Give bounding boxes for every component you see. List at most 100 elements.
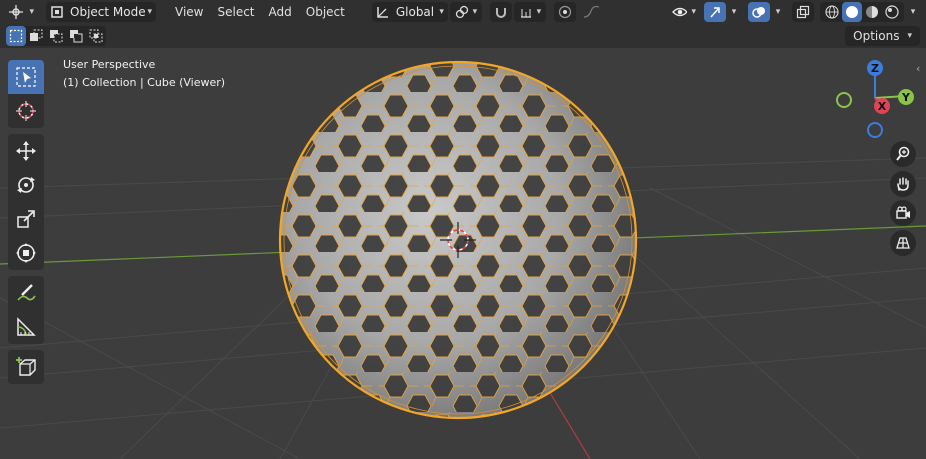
select-intersect-icon <box>89 29 103 43</box>
falloff-curve-icon <box>583 5 600 18</box>
gizmo-neg-z-axis[interactable] <box>867 122 883 138</box>
collection-label: (1) Collection | Cube (Viewer) <box>63 76 226 89</box>
shading-solid-button[interactable] <box>842 2 862 22</box>
measure-ruler-icon <box>17 317 36 336</box>
snap-toggle[interactable] <box>489 2 512 22</box>
chevron-down-icon: ▾ <box>731 7 737 17</box>
selected-sphere-mesh[interactable] <box>270 58 650 428</box>
shading-rendered-button[interactable] <box>882 2 902 22</box>
mode-dropdown[interactable]: Object Mode ▾ <box>46 2 156 22</box>
select-new-icon <box>9 29 23 43</box>
menu-view[interactable]: View <box>168 2 210 22</box>
tool-rotate[interactable] <box>8 168 44 202</box>
chevron-down-icon: ▾ <box>691 7 696 17</box>
tool-transform[interactable] <box>8 236 44 270</box>
snap-target-dropdown[interactable]: ▾ <box>513 2 546 22</box>
camera-icon <box>896 206 910 219</box>
tool-scale[interactable] <box>8 202 44 236</box>
magnet-icon <box>495 8 506 18</box>
shading-modes <box>820 2 904 22</box>
overlays-dropdown[interactable]: ▾ <box>770 2 786 22</box>
options-label: Options <box>853 29 900 43</box>
material-sphere-icon <box>866 6 878 18</box>
gizmo-dropdown[interactable]: ▾ <box>726 2 742 22</box>
xray-toggle[interactable] <box>792 2 814 22</box>
select-subtract-button[interactable] <box>46 26 66 46</box>
menu-object[interactable]: Object <box>299 2 352 22</box>
tool-measure[interactable] <box>8 310 44 344</box>
shading-material-button[interactable] <box>862 2 882 22</box>
pan-button[interactable] <box>890 171 916 197</box>
gizmo-toggle[interactable] <box>704 2 726 22</box>
3d-viewport[interactable]: User Perspective (1) Collection | Cube (… <box>0 48 926 459</box>
gizmo-neg-y-axis[interactable] <box>836 92 852 108</box>
gizmo-z-label: Z <box>871 62 879 75</box>
cursor-icon <box>16 101 36 121</box>
zoom-button[interactable] <box>890 141 916 167</box>
transform-orientation-icon <box>377 7 388 18</box>
select-invert-button[interactable] <box>66 26 86 46</box>
proportional-edit-icon <box>558 5 571 19</box>
xray-icon <box>796 5 810 19</box>
tool-settings-bar: Options ▾ <box>0 24 926 48</box>
pivot-icon <box>455 5 468 19</box>
eye-icon <box>672 7 688 17</box>
tool-select-box[interactable] <box>8 60 44 94</box>
sidebar-toggle[interactable]: ‹ <box>916 62 920 75</box>
menu-add[interactable]: Add <box>262 2 299 22</box>
overlays-toggle[interactable] <box>748 2 770 22</box>
tool-cursor[interactable] <box>8 94 44 128</box>
tool-add-cube[interactable] <box>8 350 44 384</box>
select-extend-icon <box>30 29 43 41</box>
camera-view-button[interactable] <box>890 200 916 226</box>
orientation-label: Global <box>395 5 435 19</box>
transform-icon <box>16 243 36 263</box>
chevron-down-icon: ▾ <box>775 7 781 17</box>
gizmo-x-label: X <box>878 100 887 113</box>
proportional-edit-toggle[interactable] <box>553 2 576 22</box>
snap-increment-icon <box>520 9 531 18</box>
select-new-button[interactable] <box>6 26 26 46</box>
hand-icon <box>897 177 909 191</box>
chevron-down-icon: ▾ <box>910 7 916 17</box>
falloff-dropdown[interactable] <box>578 2 608 22</box>
chevron-down-icon: ▾ <box>472 7 478 17</box>
select-intersect-button[interactable] <box>86 26 106 46</box>
menu-select[interactable]: Select <box>210 2 261 22</box>
editor-type-button[interactable]: ▾ <box>4 2 38 22</box>
object-mode-icon <box>51 6 63 18</box>
move-icon <box>16 141 36 161</box>
selection-mode-group <box>6 26 106 46</box>
chevron-down-icon: ▾ <box>907 31 912 41</box>
shading-wireframe-button[interactable] <box>822 2 842 22</box>
navigation-gizmo[interactable]: Z Y X <box>830 56 920 146</box>
select-invert-icon <box>70 30 83 43</box>
grid-perspective-icon <box>896 237 910 249</box>
viewport-header: ▾ Object Mode ▾ View Select Add Object G… <box>0 0 926 24</box>
orientation-dropdown[interactable]: Global ▾ <box>371 2 448 22</box>
viewport-scene <box>0 58 926 459</box>
editor-type-icon <box>9 5 23 19</box>
select-box-icon <box>16 67 36 87</box>
options-dropdown[interactable]: Options ▾ <box>845 26 920 46</box>
pivot-dropdown[interactable]: ▾ <box>449 2 482 22</box>
solid-sphere-icon <box>846 6 858 18</box>
chevron-down-icon: ▾ <box>439 7 444 17</box>
mode-label: Object Mode <box>70 5 146 19</box>
overlays-icon <box>752 7 765 18</box>
perspective-label: User Perspective <box>63 58 156 71</box>
ortho-toggle-button[interactable] <box>890 230 916 256</box>
add-cube-icon <box>16 357 36 376</box>
annotate-pencil-icon <box>17 284 36 301</box>
tool-move[interactable] <box>8 134 44 168</box>
select-subtract-icon <box>50 30 63 43</box>
wireframe-sphere-icon <box>825 5 839 19</box>
chevron-down-icon: ▾ <box>536 7 542 17</box>
gizmo-y-label: Y <box>901 91 911 104</box>
select-extend-button[interactable] <box>26 26 46 46</box>
scale-icon <box>17 210 35 228</box>
tool-annotate[interactable] <box>8 276 44 310</box>
shading-dropdown[interactable]: ▾ <box>904 2 922 22</box>
visibility-dropdown[interactable]: ▾ <box>668 2 700 22</box>
rendered-sphere-icon <box>885 5 899 19</box>
